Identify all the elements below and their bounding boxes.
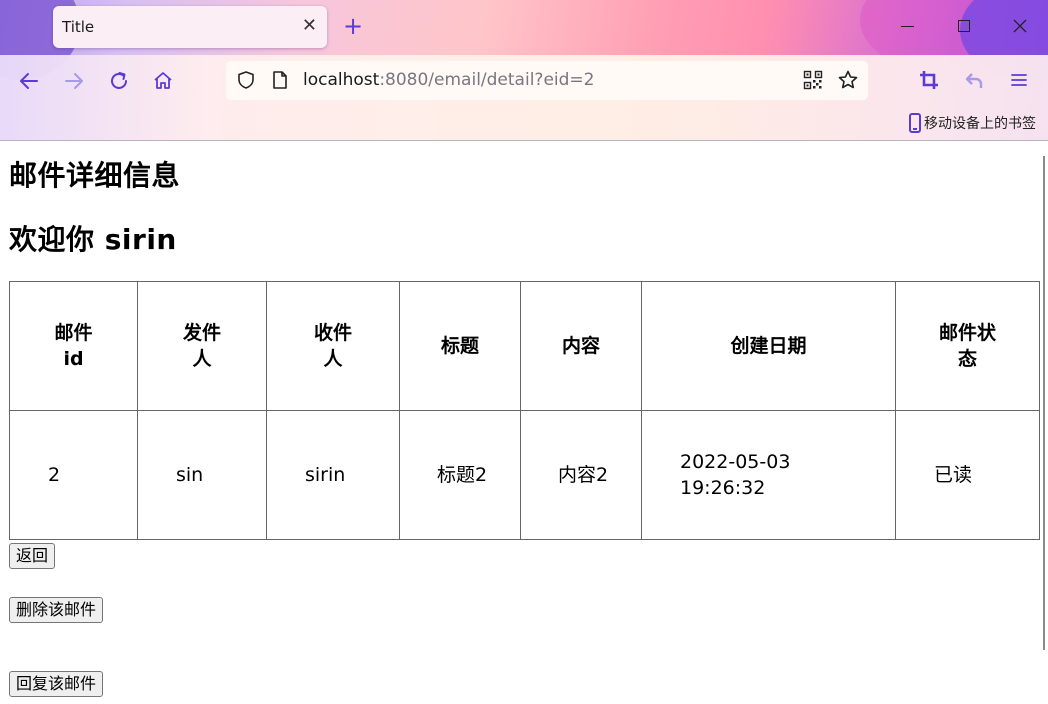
cell-sender: sin bbox=[137, 410, 267, 540]
forward-arrow-icon[interactable] bbox=[61, 68, 87, 94]
url-text[interactable]: localhost:8080/email/detail?eid=2 bbox=[303, 70, 594, 90]
reply-email-button[interactable]: 回复该邮件 bbox=[9, 671, 104, 697]
undo-icon[interactable] bbox=[963, 69, 985, 91]
browser-chrome: Title ✕ + localhost:8080/email/detail?ei… bbox=[0, 0, 1048, 141]
minimize-window-icon[interactable] bbox=[896, 14, 920, 38]
email-detail-table: 邮件id 发件人 收件人 标题 内容 创建日期 邮件状态 2 sin sirin… bbox=[9, 281, 1040, 540]
screenshot-crop-icon[interactable] bbox=[918, 69, 940, 91]
column-header-email-id: 邮件id bbox=[9, 281, 138, 411]
home-icon[interactable] bbox=[150, 68, 176, 94]
new-tab-icon[interactable]: + bbox=[343, 14, 363, 38]
table-row: 2 sin sirin 标题2 内容2 2022-05-03 19:26:32 … bbox=[9, 410, 1040, 540]
page-info-icon[interactable] bbox=[271, 70, 289, 90]
url-host: localhost bbox=[303, 70, 380, 90]
mobile-bookmarks-button[interactable]: 移动设备上的书签 bbox=[909, 112, 1036, 134]
column-header-created-date: 创建日期 bbox=[641, 281, 896, 411]
maximize-window-icon[interactable] bbox=[952, 14, 976, 38]
cell-subject: 标题2 bbox=[399, 410, 521, 540]
cell-email-id: 2 bbox=[9, 410, 138, 540]
mobile-device-icon bbox=[909, 113, 921, 133]
chrome-divider bbox=[0, 140, 1048, 141]
table-header-row: 邮件id 发件人 收件人 标题 内容 创建日期 邮件状态 bbox=[9, 281, 1040, 411]
url-path: :8080/email/detail?eid=2 bbox=[379, 70, 595, 90]
cell-receiver: sirin bbox=[266, 410, 400, 540]
bookmark-star-icon[interactable] bbox=[837, 69, 859, 91]
qr-code-icon[interactable] bbox=[803, 70, 823, 90]
back-arrow-icon[interactable] bbox=[16, 68, 42, 94]
mobile-bookmarks-label: 移动设备上的书签 bbox=[924, 116, 1036, 132]
page-title: 邮件详细信息 bbox=[9, 159, 181, 192]
address-bar[interactable]: localhost:8080/email/detail?eid=2 bbox=[226, 61, 868, 100]
column-header-receiver: 收件人 bbox=[266, 281, 400, 411]
column-header-content: 内容 bbox=[520, 281, 642, 411]
tab-close-icon[interactable]: ✕ bbox=[302, 16, 317, 36]
reload-icon[interactable] bbox=[106, 68, 132, 94]
column-header-status: 邮件状态 bbox=[895, 281, 1040, 411]
shield-icon[interactable] bbox=[236, 70, 256, 90]
back-button[interactable]: 返回 bbox=[9, 543, 56, 569]
column-header-sender: 发件人 bbox=[137, 281, 267, 411]
delete-email-button[interactable]: 删除该邮件 bbox=[9, 597, 104, 623]
browser-tab-active[interactable]: Title ✕ bbox=[53, 6, 327, 48]
hamburger-menu-icon[interactable] bbox=[1008, 69, 1030, 91]
cell-status: 已读 bbox=[895, 410, 1040, 540]
tab-title: Title bbox=[62, 18, 95, 36]
column-header-subject: 标题 bbox=[399, 281, 521, 411]
cell-created-date: 2022-05-03 19:26:32 bbox=[641, 410, 896, 540]
vertical-scrollbar[interactable] bbox=[1043, 156, 1045, 650]
welcome-heading: 欢迎你 sirin bbox=[9, 223, 177, 256]
cell-content: 内容2 bbox=[520, 410, 642, 540]
close-window-icon[interactable] bbox=[1008, 14, 1032, 38]
